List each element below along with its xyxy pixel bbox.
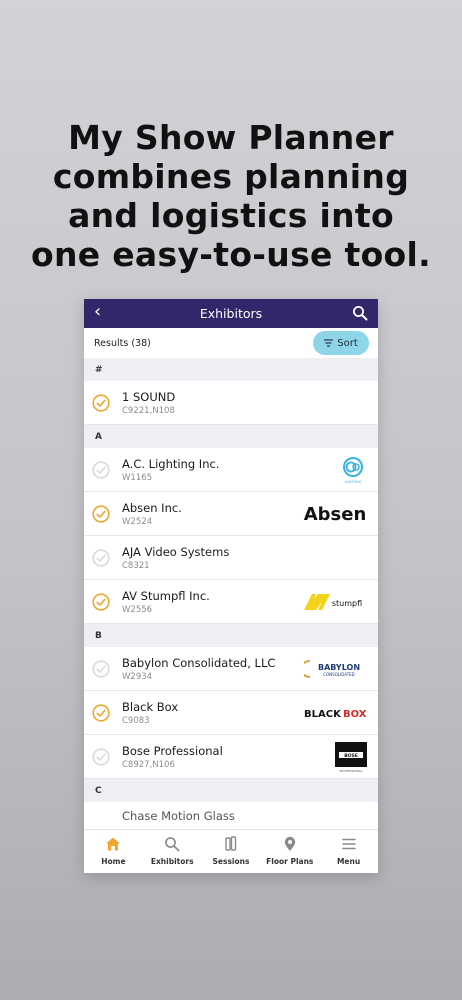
home-icon (106, 837, 121, 851)
absen-logo: Absen (304, 504, 367, 525)
check-circle-selected-icon[interactable] (92, 703, 110, 722)
exhibitor-booth: C9221,N108 (122, 405, 175, 416)
tab-home-label: Home (101, 857, 126, 866)
tab-exhibitors-label: Exhibitors (150, 857, 194, 866)
tab-floor-plans[interactable]: Floor Plans (260, 830, 319, 873)
ac-lighting-logo-text: LIGHTING (345, 480, 362, 484)
section-header-hash: # (84, 358, 378, 381)
sort-label: Sort (337, 337, 358, 349)
sessions-icon (225, 836, 237, 851)
bose-logo: BOSE PROFESSIONAL (335, 741, 367, 773)
bose-logo-subtext: PROFESSIONAL (340, 769, 363, 773)
av-stumpfl-logo: stumpfl (304, 593, 362, 610)
tab-bar: Home Exhibitors Sessions Floor Plans Men… (84, 829, 378, 873)
black-box-logo-text-1: BLACK (304, 709, 342, 720)
black-box-logo: BLACK BOX (304, 709, 367, 720)
hamburger-icon (341, 838, 356, 850)
phone-screen: ‹ Exhibitors Results (38) Sort # 1 SOUND (84, 299, 378, 873)
check-circle-selected-icon[interactable] (92, 592, 110, 611)
sort-lines-icon (324, 339, 334, 347)
exhibitor-name: 1 SOUND (122, 389, 176, 404)
bose-logo-text: BOSE (344, 752, 358, 758)
babylon-logo-text: BABYLON (318, 663, 360, 672)
section-header-b: B (84, 624, 378, 647)
ac-lighting-logo: LIGHTING (343, 456, 363, 484)
exhibitor-row[interactable]: Bose Professional C8927,N106 BOSE PROFES… (84, 735, 378, 779)
tab-floor-plans-label: Floor Plans (266, 857, 314, 866)
exhibitor-row[interactable]: Babylon Consolidated, LLC W2934 BABYLON … (84, 647, 378, 691)
section-header-a: A (84, 425, 378, 448)
tab-sessions[interactable]: Sessions (202, 830, 261, 873)
babylon-logo: BABYLON CONSOLIDATED (304, 659, 360, 678)
check-circle-selected-icon[interactable] (92, 393, 110, 412)
tab-exhibitors[interactable]: Exhibitors (143, 830, 202, 873)
headline-line-1: My Show Planner (68, 118, 394, 157)
section-header-c: C (84, 779, 378, 802)
results-bar: Results (38) Sort (84, 328, 378, 358)
exhibitor-booth: C8321 (122, 560, 150, 571)
av-stumpfl-logo-text: stumpfl (332, 599, 362, 608)
babylon-logo-subtext: CONSOLIDATED (323, 672, 355, 677)
tab-menu-label: Menu (336, 857, 361, 866)
search-icon (165, 837, 180, 852)
exhibitor-row[interactable]: AV Stumpfl Inc. W2556 stumpfl (84, 580, 378, 624)
tab-menu[interactable]: Menu (319, 830, 378, 873)
exhibitor-name: AJA Video Systems (122, 544, 230, 559)
nav-bar: ‹ Exhibitors (84, 299, 378, 328)
exhibitor-row[interactable]: 1 SOUND C9221,N108 (84, 381, 378, 425)
check-circle-icon[interactable] (92, 659, 110, 678)
search-icon[interactable] (352, 305, 368, 321)
check-circle-icon[interactable] (92, 460, 110, 479)
tab-sessions-label: Sessions (212, 857, 250, 866)
check-circle-selected-icon[interactable] (92, 504, 110, 523)
black-box-logo-text-2: BOX (343, 709, 367, 720)
sort-button[interactable]: Sort (313, 331, 369, 355)
headline: My Show Planner combines planning and lo… (0, 118, 462, 274)
map-pin-icon (284, 836, 295, 851)
exhibitor-row[interactable]: Black Box C9083 BLACK BOX (84, 691, 378, 735)
exhibitor-name: Chase Motion Glass (122, 809, 235, 822)
headline-line-2: combines planning (52, 157, 410, 196)
exhibitor-row[interactable]: AJA Video Systems C8321 (84, 536, 378, 580)
absen-logo-text: Absen (304, 504, 367, 525)
exhibitor-row[interactable]: Absen Inc. W2524 Absen (84, 492, 378, 536)
tab-home[interactable]: Home (84, 830, 143, 873)
headline-line-3: and logistics into (68, 196, 394, 235)
headline-line-4: one easy-to-use tool. (31, 235, 431, 274)
exhibitor-list: # 1 SOUND C9221,N108 A A.C. Lighting Inc… (84, 358, 378, 822)
results-count: Results (38) (94, 337, 151, 349)
check-circle-icon[interactable] (92, 548, 110, 567)
exhibitor-row[interactable]: A.C. Lighting Inc. W1165 LIGHTING (84, 448, 378, 492)
exhibitor-row[interactable]: Chase Motion Glass (84, 802, 378, 822)
page-title: Exhibitors (199, 306, 263, 321)
chevron-left-icon[interactable]: ‹ (94, 302, 101, 322)
check-circle-icon[interactable] (92, 747, 110, 766)
